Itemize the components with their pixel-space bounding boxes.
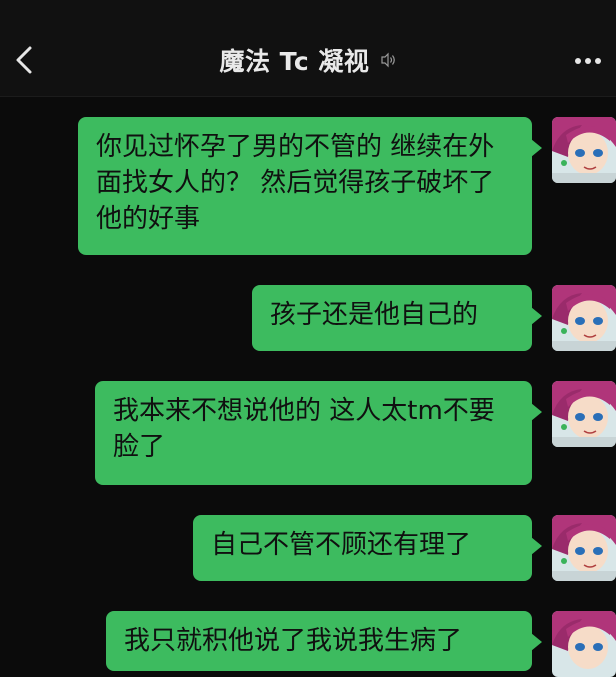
anime-avatar-icon <box>552 117 616 183</box>
avatar[interactable] <box>552 611 616 677</box>
anime-avatar-icon <box>552 515 616 581</box>
chat-area[interactable]: 你见过怀孕了男的不管的 继续在外面找女人的？ 然后觉得孩子破坏了他的好事 孩子还… <box>0 97 616 677</box>
bubble-tail <box>531 403 542 421</box>
message-bubble[interactable]: 我本来不想说他的 这人太tm不要脸了 <box>95 381 542 485</box>
anime-avatar-icon <box>552 611 616 677</box>
anime-avatar-icon <box>552 381 616 447</box>
message-text: 自己不管不顾还有理了 <box>211 530 472 560</box>
message-text: 我本来不想说他的 这人太tm不要脸了 <box>113 396 495 462</box>
more-options-button[interactable] <box>570 48 606 74</box>
bubble-tail <box>531 307 542 325</box>
avatar[interactable] <box>552 117 616 183</box>
message-bubble[interactable]: 你见过怀孕了男的不管的 继续在外面找女人的？ 然后觉得孩子破坏了他的好事 <box>78 117 542 255</box>
title-area: 魔法 Tc 凝视 <box>0 42 616 82</box>
more-horizontal-icon <box>575 58 601 64</box>
message-bubble[interactable]: 我只就积他说了我说我生病了 <box>106 611 542 671</box>
chat-title: 魔法 Tc 凝视 <box>219 47 370 76</box>
anime-avatar-icon <box>552 285 616 351</box>
avatar[interactable] <box>552 515 616 581</box>
avatar[interactable] <box>552 381 616 447</box>
avatar[interactable] <box>552 285 616 351</box>
bubble-tail <box>531 633 542 651</box>
message-text: 我只就积他说了我说我生病了 <box>124 626 463 656</box>
message-bubble[interactable]: 自己不管不顾还有理了 <box>193 515 542 581</box>
chat-header: 魔法 Tc 凝视 <box>0 0 616 97</box>
bubble-tail <box>531 537 542 555</box>
message-text: 你见过怀孕了男的不管的 继续在外面找女人的？ 然后觉得孩子破坏了他的好事 <box>96 132 495 234</box>
message-text: 孩子还是他自己的 <box>270 300 479 330</box>
bubble-tail <box>531 139 542 157</box>
muted-speaker-icon <box>380 52 395 68</box>
message-bubble[interactable]: 孩子还是他自己的 <box>252 285 542 351</box>
